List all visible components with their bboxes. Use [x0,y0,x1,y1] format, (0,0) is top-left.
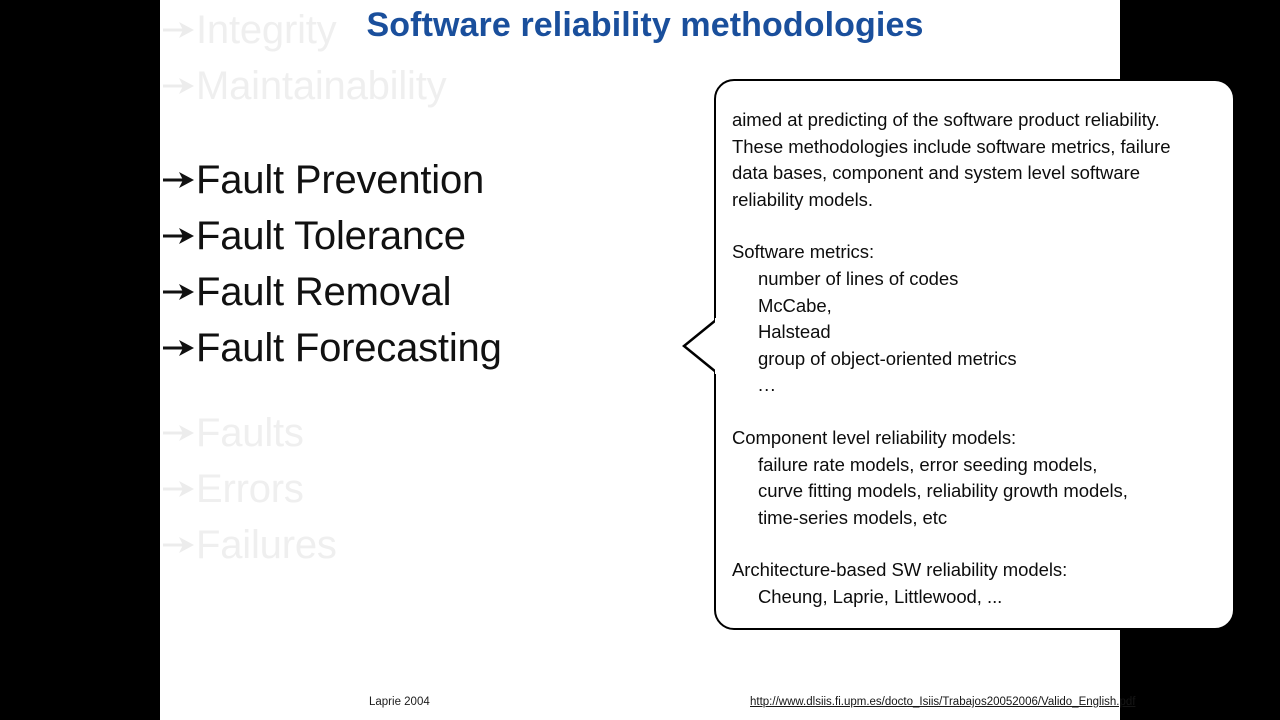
slide-canvas: Software reliability methodologies Integ… [160,0,1235,720]
callout-intro-line: data bases, component and system level s… [732,162,1140,184]
bullet-group-top-faded: Integrity Maintainability [160,2,580,114]
arrow-bullet-icon [162,335,196,361]
section-item: McCabe, [758,294,832,316]
bullet-group-bottom-faded: Faults Errors Failures [160,405,580,573]
arrow-bullet-icon [162,279,196,305]
list-item: Failures [160,517,580,573]
arrow-bullet-icon [162,17,196,43]
section-heading-component-level-models: Component level reliability models: [732,426,1017,448]
list-item-label: Fault Prevention [196,158,485,202]
footer-source-link[interactable]: http://www.dlsiis.fi.upm.es/docto_Isiis/… [750,696,1135,708]
section-ellipsis: ... [758,374,777,396]
callout-intro-line: reliability models. [732,188,873,210]
list-item-fault-tolerance[interactable]: Fault Tolerance [160,208,580,264]
arrow-bullet-icon [162,420,196,446]
section-heading-software-metrics: Software metrics: [732,241,875,263]
arrow-bullet-icon [162,73,196,99]
list-item: Faults [160,405,580,461]
arrow-bullet-icon [162,223,196,249]
list-item-label: Faults [196,411,304,455]
section-item: curve fitting models, reliability growth… [758,480,1128,502]
list-item-label: Fault Tolerance [196,214,466,258]
section-item: Halstead [758,321,831,343]
list-item-label: Integrity [196,8,337,52]
slide-root: Software reliability methodologies Integ… [0,0,1280,720]
arrow-bullet-icon [162,532,196,558]
callout-tail-icon [682,318,719,374]
bullet-group-main: Fault Prevention Fault Tolerance Fault R… [160,152,580,376]
list-item: Maintainability [160,58,580,114]
list-item-label: Maintainability [196,64,447,108]
list-item-fault-forecasting[interactable]: Fault Forecasting [160,320,580,376]
callout-intro-line: These methodologies include software met… [732,135,1171,157]
list-item-fault-prevention[interactable]: Fault Prevention [160,152,580,208]
list-item-label: Fault Removal [196,270,452,314]
section-item: Cheung, Laprie, Littlewood, ... [758,585,1003,607]
letterbox-bar-left [0,0,160,720]
section-item: failure rate models, error seeding model… [758,453,1098,475]
callout-intro-line: aimed at predicting of the software prod… [732,109,1160,130]
list-item: Errors [160,461,580,517]
list-item-label: Errors [196,467,304,511]
list-item-fault-removal[interactable]: Fault Removal [160,264,580,320]
section-item: group of object-oriented metrics [758,347,1017,369]
callout-box: aimed at predicting of the software prod… [714,79,1235,630]
section-item: time-series models, etc [758,506,948,528]
footer-citation: Laprie 2004 [369,696,430,708]
section-heading-architecture-based-models: Architecture-based SW reliability models… [732,559,1068,581]
arrow-bullet-icon [162,167,196,193]
list-item-label: Fault Forecasting [196,326,502,370]
section-item: number of lines of codes [758,267,959,289]
list-item: Integrity [160,2,580,58]
arrow-bullet-icon [162,476,196,502]
list-item-label: Failures [196,523,337,567]
callout-content: aimed at predicting of the software prod… [732,107,1223,611]
